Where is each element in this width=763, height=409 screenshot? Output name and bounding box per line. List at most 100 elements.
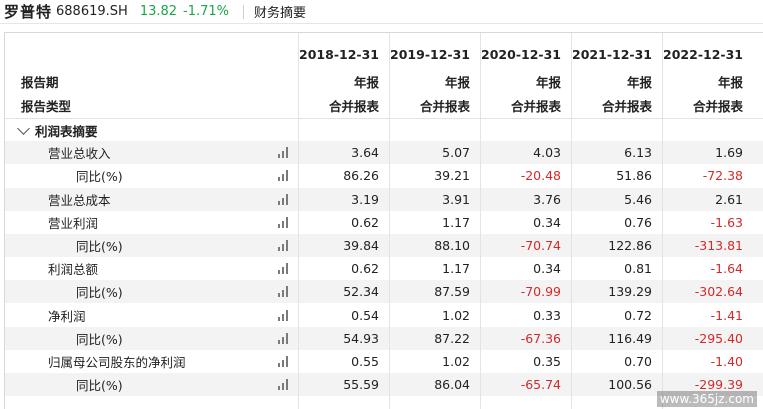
value-cell: 0.81 (624, 261, 652, 277)
group-label-text: 利润表摘要 (35, 123, 98, 139)
table-row[interactable]: 归属母公司股东的净利润 0.55 1.02 0.35 0.70 -1.40 (5, 350, 763, 373)
value-cell: 54.93 (343, 330, 379, 346)
value-cell: 5.07 (442, 145, 470, 161)
value-cell: -1.63 (710, 214, 743, 230)
value-cell: 0.54 (351, 307, 379, 323)
value-cell: 1.02 (442, 354, 470, 369)
value-cell: -295.40 (694, 330, 743, 346)
value-cell: 6.13 (624, 145, 652, 161)
value-cell: 2.61 (715, 191, 743, 207)
value-cell: 86.26 (343, 168, 379, 184)
bar-chart-icon[interactable] (278, 356, 292, 367)
value-cell: 88.10 (434, 238, 470, 253)
row-label: 营业总成本 (48, 192, 111, 208)
period-column-header[interactable]: 2022-12-31 年报合并报表 (662, 33, 753, 118)
value-cell: 0.55 (351, 354, 379, 369)
period-date: 2020-12-31 (481, 47, 561, 62)
bar-chart-icon[interactable] (278, 170, 292, 182)
row-label: 归属母公司股东的净利润 (48, 355, 186, 370)
chevron-down-icon[interactable] (17, 121, 30, 135)
row-label: 净利润 (48, 308, 86, 324)
value-cell: 39.21 (434, 168, 470, 184)
bar-chart-icon[interactable] (278, 286, 292, 298)
report-kind: 年报 (626, 75, 652, 90)
row-label: 同比(%) (76, 331, 123, 347)
report-kind: 年报 (717, 75, 743, 90)
value-cell: -65.74 (520, 377, 561, 393)
bar-chart-icon[interactable] (278, 332, 292, 344)
value-cell: 116.49 (608, 330, 652, 346)
report-type: 合并报表 (692, 99, 743, 114)
row-label: 同比(%) (76, 239, 123, 254)
value-cell: 86.04 (434, 377, 470, 393)
group-row-income-statement[interactable]: 利润表摘要 (5, 118, 763, 141)
table-row[interactable]: 同比(%) 86.26 39.21 -20.48 51.86 -72.38 (5, 164, 763, 187)
table-row[interactable]: 利润总额 0.62 1.17 0.34 0.81 -1.64 (5, 257, 763, 280)
period-column-header[interactable]: 2021-12-31 年报合并报表 (571, 33, 662, 118)
value-cell: 1.17 (442, 261, 470, 277)
bar-chart-icon[interactable] (278, 263, 292, 275)
value-cell: 0.62 (351, 261, 379, 277)
bar-chart-icon[interactable] (278, 379, 292, 391)
value-cell: -20.48 (520, 168, 561, 184)
stock-change: -1.71% (183, 4, 230, 19)
period-column-header[interactable]: 2020-12-31 年报 合并报表 (480, 33, 571, 118)
bar-chart-icon[interactable] (278, 193, 292, 205)
period-column-header[interactable]: 2019-12-31 年报 合并报表 (389, 33, 480, 118)
value-cell: -313.81 (694, 238, 743, 253)
stock-name: 罗普特 (4, 3, 53, 21)
value-cell: 51.86 (616, 168, 652, 184)
report-kind: 年报 (535, 75, 561, 90)
table-row[interactable]: 同比(%) 55.59 86.04 -65.74 100.56 -299.39 (5, 373, 763, 397)
period-date: 2018-12-31 (299, 47, 379, 62)
period-date: 2021-12-31 (572, 47, 652, 62)
value-cell: 0.72 (624, 307, 652, 323)
value-cell: 0.35 (533, 354, 561, 369)
table-row[interactable]: 净利润 0.54 1.02 0.33 0.72 -1.41 (5, 304, 763, 327)
column-divider (389, 33, 390, 409)
value-cell: -302.64 (694, 284, 743, 300)
value-cell: 0.34 (533, 261, 561, 277)
section-title: 财务摘要 (254, 6, 307, 21)
value-cell: -67.36 (520, 330, 561, 346)
report-type-header-label: 报告类型 (21, 99, 72, 114)
value-cell: 87.22 (434, 330, 470, 346)
table-row[interactable]: 同比(%) 52.34 87.59 -70.99 139.29 -302.64 (5, 280, 763, 304)
period-column-header[interactable]: 2018-12-31 年报 合并报表 (298, 33, 389, 118)
stock-code: 688619.SH (56, 4, 128, 19)
table-row[interactable]: 营业总收入 3.64 5.07 4.03 6.13 1.69 (5, 141, 763, 165)
bar-chart-icon[interactable] (278, 309, 292, 321)
group-label[interactable]: 利润表摘要 (17, 121, 98, 140)
row-label: 利润总额 (48, 262, 99, 278)
table-row[interactable]: 同比(%) 54.93 87.22 -67.36 116.49 -295.40 (5, 326, 763, 350)
value-cell: 87.59 (434, 284, 470, 300)
value-cell: 0.34 (533, 214, 561, 230)
period-date: 2022-12-31 (663, 47, 743, 62)
report-type: 合并报表 (601, 99, 652, 114)
period-date: 2019-12-31 (390, 47, 470, 62)
value-cell: -70.74 (520, 238, 561, 253)
row-label: 同比(%) (76, 378, 123, 394)
value-cell: -1.41 (710, 307, 743, 323)
row-label: 营业总收入 (48, 146, 111, 162)
bar-chart-icon[interactable] (278, 240, 292, 251)
table-row[interactable]: 营业利润 0.62 1.17 0.34 0.76 -1.63 (5, 211, 763, 234)
value-cell: 0.76 (624, 214, 652, 230)
report-kind: 年报 (353, 75, 379, 90)
title-bar: 罗普特 688619.SH 13.82 -1.71% 财务摘要 (0, 0, 763, 24)
value-cell: 52.34 (343, 284, 379, 300)
bar-chart-icon[interactable] (278, 147, 292, 159)
table-row[interactable]: 营业总成本 3.19 3.91 3.76 5.46 2.61 (5, 187, 763, 211)
bar-chart-icon[interactable] (278, 216, 292, 228)
column-divider (298, 33, 299, 409)
column-divider (571, 33, 572, 409)
divider (243, 4, 245, 19)
value-cell: 3.19 (351, 191, 379, 207)
value-cell: 139.29 (608, 284, 652, 300)
table-row[interactable]: 同比(%) 39.84 88.10 -70.74 122.86 -313.81 (5, 234, 763, 257)
row-label: 营业利润 (48, 215, 99, 231)
value-cell: 0.62 (351, 214, 379, 230)
value-cell: 3.91 (442, 191, 470, 207)
value-cell: -1.64 (710, 261, 743, 277)
value-cell: 100.56 (608, 377, 652, 393)
